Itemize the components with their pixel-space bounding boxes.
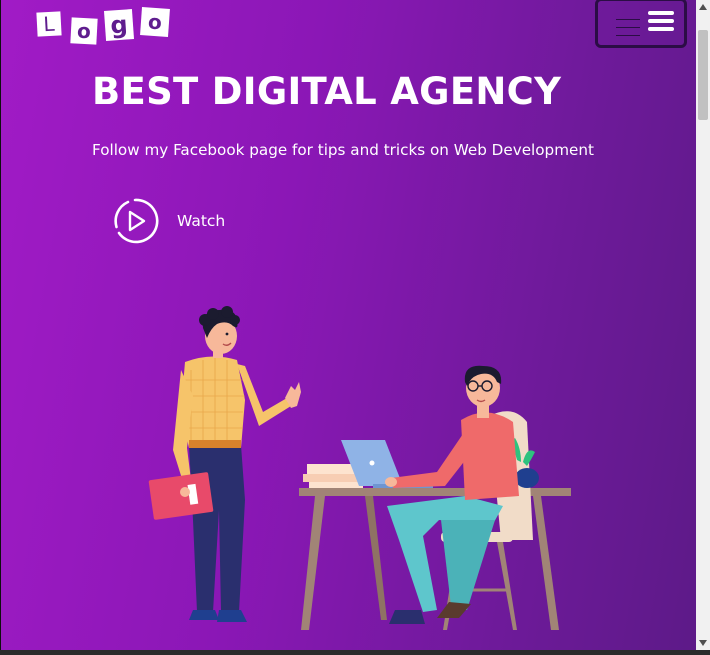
logo-letter-o: o — [70, 17, 98, 45]
watch-button[interactable]: Watch — [111, 197, 225, 245]
scroll-up-icon[interactable] — [699, 4, 707, 10]
logo-letter-g: g — [103, 9, 135, 41]
window-bottom-edge — [0, 650, 710, 655]
logo-letter-o2: o — [140, 7, 170, 37]
scroll-thumb[interactable] — [698, 30, 708, 120]
hamburger-icon — [648, 11, 674, 35]
hero-title: BEST DIGITAL AGENCY — [92, 70, 562, 113]
hero-subtitle: Follow my Facebook page for tips and tri… — [92, 141, 594, 159]
standing-man-figure — [148, 306, 301, 622]
page-scrollbar[interactable] — [696, 0, 710, 650]
play-circle-icon — [114, 198, 159, 244]
hero-section: L o g o BEST DIGITAL AGENCY Follow my Fa… — [0, 0, 697, 650]
watch-label: Watch — [177, 212, 226, 230]
office-illustration — [148, 306, 571, 630]
logo-letter-l: L — [36, 11, 62, 37]
hamburger-thin-icon — [616, 19, 640, 43]
scroll-down-icon[interactable] — [699, 640, 707, 646]
menu-toggle-button[interactable] — [595, 0, 687, 48]
